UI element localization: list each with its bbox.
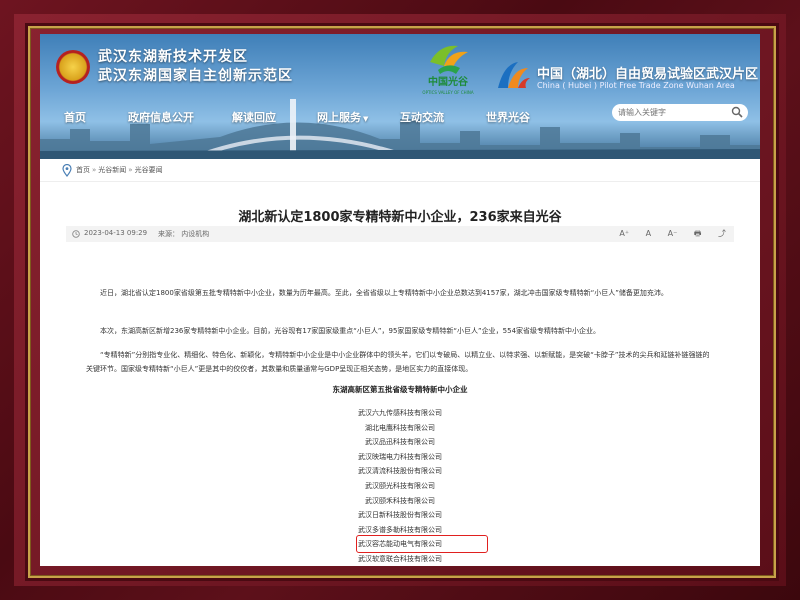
article-tools: A⁺ A A⁻ 🖶 ⤴ — [605, 228, 726, 242]
article-paragraph-3: “专精特新”分别指专业化、精细化、特色化、新颖化，专精特新中小企业是中小企业群体… — [86, 351, 710, 373]
article-title: 湖北新认定1800家专精特新中小企业，236家来自光谷 — [238, 210, 562, 225]
zone-title-line1: 武汉东湖新技术开发区 — [98, 49, 248, 65]
breadcrumb-news[interactable]: 光谷新闻 — [98, 166, 126, 174]
highlight-box — [356, 535, 488, 553]
location-pin-icon — [62, 164, 72, 177]
search-icon[interactable] — [731, 106, 743, 118]
zone-title-line2: 武汉东湖国家自主创新示范区 — [98, 68, 293, 84]
picture-frame: 武汉东湖新技术开发区 武汉东湖国家自主创新示范区 中国光谷 OPTICS VAL… — [0, 0, 800, 600]
list-item: 武汉六九传感科技有限公司 — [358, 409, 442, 417]
list-item: 湖北电鹰科技有限公司 — [365, 423, 435, 432]
free-trade-zone-logo — [498, 62, 530, 88]
search-box — [612, 104, 748, 121]
chevron-down-icon: ▼ — [363, 115, 369, 123]
article-date: 2023-04-13 09:29 — [84, 229, 148, 237]
list-item: 武汉软意联合科技有限公司 — [358, 555, 442, 563]
svg-text:中国光谷: 中国光谷 — [428, 75, 469, 88]
national-emblem-icon — [56, 50, 90, 84]
nav-item-interpretation[interactable]: 解读回应 — [232, 109, 276, 125]
share-icon[interactable]: ⤴ — [718, 228, 726, 239]
search-input[interactable] — [618, 105, 726, 119]
list-item: 武汉清流科技股份有限公司 — [358, 467, 442, 476]
article-source: 来源： 内设机构 — [158, 230, 210, 238]
nav-item-interaction[interactable]: 互动交流 — [400, 109, 444, 125]
list-item: 武汉映瑞电力科技有限公司 — [358, 452, 442, 461]
article-content: 湖北新认定1800家专精特新中小企业，236家来自光谷 2023-04-13 0… — [60, 184, 740, 566]
ftz-title: 中国（湖北）自由贸易试验区武汉片区 — [537, 67, 759, 82]
site-header-banner: 武汉东湖新技术开发区 武汉东湖国家自主创新示范区 中国光谷 OPTICS VAL… — [40, 34, 760, 159]
optics-valley-logo[interactable]: 中国光谷 OPTICS VALLEY OF CHINA — [416, 40, 480, 100]
breadcrumb-home[interactable]: 首页 — [76, 166, 90, 174]
list-item: 武汉颐禾科技有限公司 — [365, 496, 435, 505]
breadcrumb-bar: 首页» 光谷新闻» 光谷要闻 — [40, 159, 760, 182]
font-decrease-button[interactable]: A⁻ — [668, 229, 678, 238]
ftz-subtitle: China ( Hubei ) Pilot Free Trade Zone Wu… — [537, 81, 735, 90]
list-item: 武汉品迅科技有限公司 — [365, 438, 435, 447]
article-meta-bar: 2023-04-13 09:29 来源： 内设机构 A⁺ A A⁻ 🖶 ⤴ — [66, 226, 734, 242]
list-item: 武汉颐光科技有限公司 — [365, 482, 435, 490]
list-item: 武汉日新科技股份有限公司 — [358, 511, 442, 520]
article-paragraph-2: 本次，东湖高新区新增236家专精特新中小企业。目前，光谷现有17家国家级重点“小… — [100, 327, 601, 335]
font-increase-button[interactable]: A⁺ — [619, 229, 629, 238]
breadcrumb-headlines[interactable]: 光谷要闻 — [135, 166, 163, 174]
svg-text:OPTICS VALLEY OF CHINA: OPTICS VALLEY OF CHINA — [422, 90, 473, 95]
webpage-screenshot: 武汉东湖新技术开发区 武汉东湖国家自主创新示范区 中国光谷 OPTICS VAL… — [40, 34, 760, 566]
article-paragraph-1: 近日，湖北省认定1800家省级第五批专精特新中小企业，数量为历年最高。至此，全省… — [100, 289, 668, 297]
nav-item-home[interactable]: 首页 — [64, 109, 86, 125]
clock-icon — [72, 230, 80, 238]
nav-item-world-optics[interactable]: 世界光谷 — [486, 109, 530, 125]
print-icon[interactable]: 🖶 — [694, 228, 702, 242]
font-normal-button[interactable]: A — [646, 229, 651, 238]
nav-item-gov-info[interactable]: 政府信息公开 — [128, 109, 194, 125]
nav-item-online-service[interactable]: 网上服务 ▼ — [317, 109, 368, 125]
zone-title: 武汉东湖新技术开发区 武汉东湖国家自主创新示范区 — [98, 48, 293, 86]
company-list-title: 东湖高新区第五批省级专精特新中小企业 — [332, 385, 468, 394]
breadcrumb: 首页» 光谷新闻» 光谷要闻 — [76, 166, 163, 174]
